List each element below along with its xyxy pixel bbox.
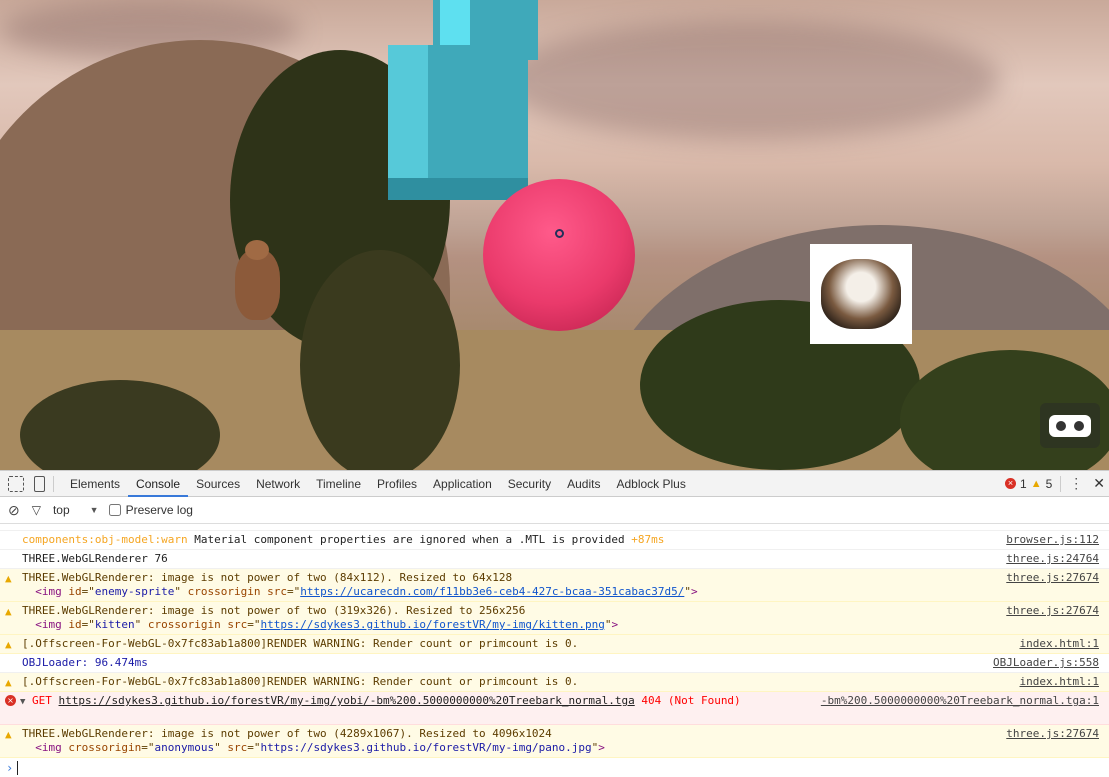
source-link[interactable]: index.html:1 [1020,637,1099,651]
expand-triangle-icon[interactable]: ▼ [20,697,25,707]
source-link[interactable]: browser.js:112 [1006,533,1099,547]
img-src-link[interactable]: https://sdykes3.github.io/forestVR/my-im… [260,741,591,754]
warning-icon: ▲ [1030,477,1042,490]
more-options-icon[interactable]: ⋮ [1069,475,1083,492]
console-row-warning: ▲ THREE.WebGLRenderer: image is not power… [0,569,1109,602]
preserve-log-label: Preserve log [125,503,193,517]
request-url-link[interactable]: https://sdykes3.github.io/forestVR/my-im… [59,694,635,707]
inspect-element-icon[interactable] [8,475,24,492]
warning-icon: ▲ [5,572,12,585]
warning-icon: ▲ [5,676,12,689]
source-link[interactable]: OBJLoader.js:558 [993,656,1099,670]
console-row-partial [0,524,1109,531]
console-prompt-input[interactable]: › [0,758,1109,777]
console-row-warning: ▲ [.Offscreen-For-WebGL-0x7fc83ab1a800]RE… [0,635,1109,654]
gaze-cursor [555,229,564,238]
source-link[interactable]: index.html:1 [1020,675,1099,689]
prompt-chevron-icon: › [6,761,14,775]
img-src-link[interactable]: https://sdykes3.github.io/forestVR/my-im… [260,618,604,631]
console-output[interactable]: components:obj-model:warn Material compo… [0,524,1109,777]
source-link[interactable]: three.js:27674 [1006,571,1099,585]
devtools-tabbar: Elements Console Sources Network Timelin… [0,470,1109,497]
source-link[interactable]: -bm%200.5000000000%20Treebark_normal.tga… [821,694,1099,708]
console-row-warning: ▲ [.Offscreen-For-WebGL-0x7fc83ab1a800]RE… [0,673,1109,692]
img-src-link[interactable]: https://ucarecdn.com/f11bb3e6-ceb4-427c-… [300,585,684,598]
console-filterbar: ⊘ ▽ top ▼ Preserve log [0,497,1109,524]
warning-icon: ▲ [5,728,12,741]
tab-sources[interactable]: Sources [188,471,248,497]
warning-icon: ▲ [5,638,12,651]
chevron-down-icon[interactable]: ▼ [90,505,99,515]
issue-counts[interactable]: × 1 ▲ 5 [1005,477,1052,491]
vr-scene-canvas[interactable] [0,0,1109,470]
filter-icon[interactable]: ▽ [32,503,41,517]
clear-console-icon[interactable]: ⊘ [8,502,20,519]
console-row: components:obj-model:warn Material compo… [0,531,1109,550]
warning-icon: ▲ [5,605,12,618]
enemy-sprite [210,240,300,340]
preserve-log-checkbox[interactable] [108,504,121,516]
console-row-error: × ▼ GET https://sdykes3.github.io/forestV… [0,692,1109,725]
console-row-warning: ▲ THREE.WebGLRenderer: image is not power… [0,602,1109,635]
tab-adblock-plus[interactable]: Adblock Plus [608,471,693,497]
tree [300,250,460,470]
tab-application[interactable]: Application [425,471,500,497]
tab-timeline[interactable]: Timeline [308,471,369,497]
tab-audits[interactable]: Audits [559,471,608,497]
warning-count: 5 [1045,476,1053,491]
tab-profiles[interactable]: Profiles [369,471,425,497]
error-count: 1 [1020,476,1027,491]
tab-security[interactable]: Security [500,471,559,497]
context-selector[interactable]: top [53,503,70,517]
device-toolbar-icon[interactable] [34,475,45,492]
kitten-image [810,244,912,344]
console-row: THREE.WebGLRenderer 76 three.js:24764 [0,550,1109,569]
console-row-info: OBJLoader: 96.474ms OBJLoader.js:558 [0,654,1109,673]
source-link[interactable]: three.js:27674 [1006,604,1099,618]
error-icon: × [5,695,16,706]
vr-goggles-icon [1049,414,1091,437]
pink-sphere [483,179,635,331]
tab-network[interactable]: Network [248,471,308,497]
error-icon: × [1005,478,1016,489]
cloud [500,20,1000,140]
console-row-warning: ▲ THREE.WebGLRenderer: image is not power… [0,725,1109,758]
vr-mode-button[interactable] [1040,403,1100,448]
source-link[interactable]: three.js:27674 [1006,727,1099,741]
tab-elements[interactable]: Elements [62,471,128,497]
tab-console[interactable]: Console [128,471,189,497]
close-devtools-icon[interactable]: ✕ [1093,475,1105,492]
source-link[interactable]: three.js:24764 [1006,552,1099,566]
